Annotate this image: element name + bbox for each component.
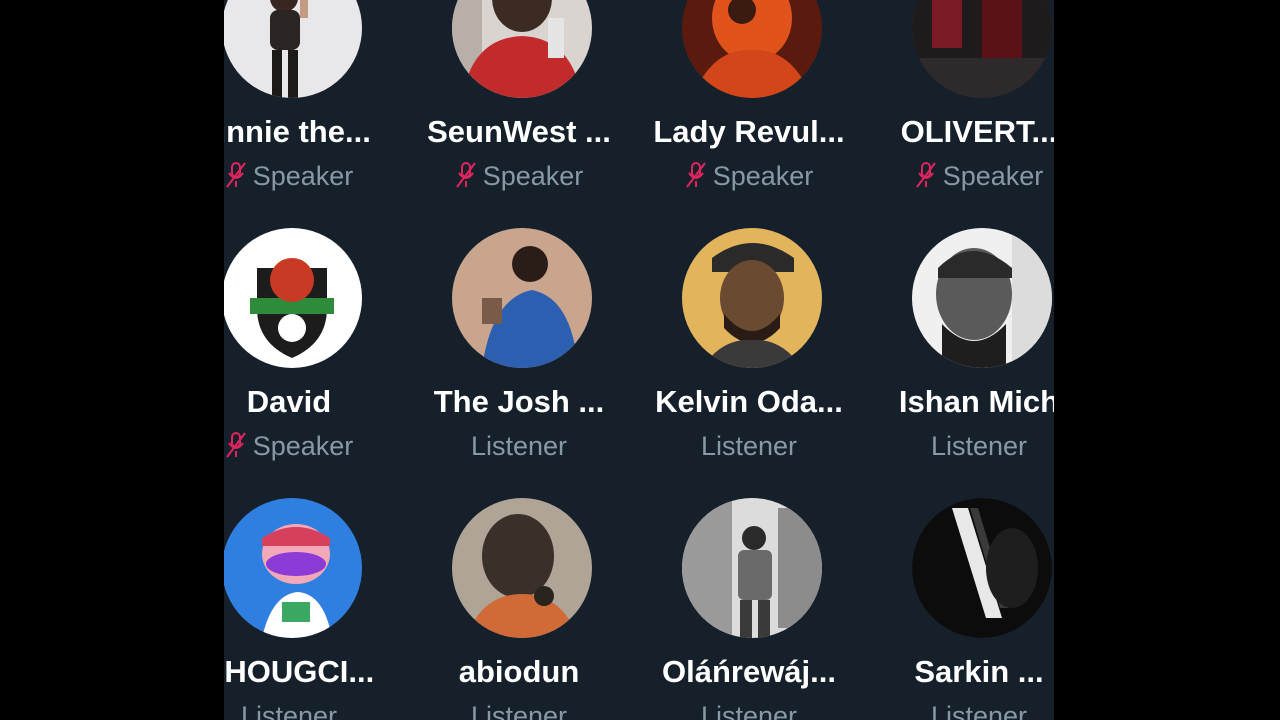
- participant-role: Speaker: [224, 431, 404, 462]
- dark-figure-photo-icon: [912, 498, 1052, 638]
- participant-role: Speaker: [864, 161, 1054, 192]
- man-blue-suit-photo-icon: [452, 228, 592, 368]
- avatar[interactable]: [912, 0, 1052, 98]
- participant-role: Speaker: [634, 161, 864, 192]
- participant-card[interactable]: PHOUGCI... Listener: [224, 498, 404, 720]
- participant-name: Kelvin Oda...: [655, 384, 843, 419]
- participant-card[interactable]: Lady Revul... Speaker: [634, 0, 864, 198]
- participant-name: The Josh ...: [433, 384, 605, 419]
- orange-portrait-photo-icon: [682, 0, 822, 98]
- role-label: Listener: [930, 701, 1028, 720]
- avatar[interactable]: [224, 228, 362, 368]
- role-label: Speaker: [712, 161, 814, 191]
- man-outdoor-photo-icon: [682, 498, 822, 638]
- cartoon-character-avatar-icon: [224, 498, 362, 638]
- avatar[interactable]: [452, 0, 592, 98]
- role-label: Speaker: [252, 161, 354, 191]
- grayscale-portrait-photo-icon: [912, 228, 1052, 368]
- participant-role: Listener: [634, 701, 864, 720]
- participant-role: Listener: [224, 701, 404, 720]
- participant-card[interactable]: unnie the... Speaker: [224, 0, 404, 198]
- participant-card[interactable]: David Speaker: [224, 228, 404, 468]
- role-label: Listener: [700, 701, 798, 720]
- blurred-selfie-photo-icon: [452, 498, 592, 638]
- participant-name: PHOUGCI...: [224, 654, 375, 689]
- participant-role: Listener: [864, 701, 1054, 720]
- avatar[interactable]: [224, 0, 362, 98]
- avatar[interactable]: [452, 498, 592, 638]
- role-label: Speaker: [252, 431, 354, 461]
- participant-name: David: [246, 384, 332, 419]
- avatar[interactable]: [912, 228, 1052, 368]
- avatar[interactable]: [682, 498, 822, 638]
- role-label: Speaker: [942, 161, 1044, 191]
- role-label: Listener: [240, 701, 338, 720]
- avatar[interactable]: [682, 0, 822, 98]
- role-label: Listener: [470, 431, 568, 461]
- avatar[interactable]: [912, 498, 1052, 638]
- muted-mic-icon: [685, 162, 706, 188]
- role-label: Speaker: [482, 161, 584, 191]
- participant-card[interactable]: The Josh ... Listener: [404, 228, 634, 468]
- muted-mic-icon: [915, 162, 936, 188]
- participant-card[interactable]: OLIVERT... Speaker: [864, 0, 1054, 198]
- participant-role: Listener: [404, 701, 634, 720]
- participant-name: Lady Revul...: [653, 114, 845, 149]
- participant-card[interactable]: abiodun Listener: [404, 498, 634, 720]
- participant-name: Oláńrewáj...: [661, 654, 836, 689]
- role-label: Listener: [470, 701, 568, 720]
- sports-crest-logo-icon: [224, 228, 362, 368]
- participant-role: Listener: [404, 431, 634, 462]
- participant-name: OLIVERT...: [900, 114, 1054, 149]
- participant-role: Speaker: [404, 161, 634, 192]
- woman-standing-photo-icon: [224, 0, 362, 98]
- participant-card[interactable]: Oláńrewáj... Listener: [634, 498, 864, 720]
- man-cap-beard-photo-icon: [682, 228, 822, 368]
- participant-name: Sarkin ...: [914, 654, 1044, 689]
- avatar[interactable]: [452, 228, 592, 368]
- participant-name: abiodun: [458, 654, 580, 689]
- role-label: Listener: [700, 431, 798, 461]
- avatar[interactable]: [682, 228, 822, 368]
- role-label: Listener: [930, 431, 1028, 461]
- participant-name: Ishan Mich: [898, 384, 1054, 419]
- avatar[interactable]: [224, 498, 362, 638]
- muted-mic-icon: [225, 162, 246, 188]
- participant-card[interactable]: Sarkin ... Listener: [864, 498, 1054, 720]
- participant-role: Listener: [864, 431, 1054, 462]
- dark-red-photo-icon: [912, 0, 1052, 98]
- participant-card[interactable]: Kelvin Oda... Listener: [634, 228, 864, 468]
- muted-mic-icon: [455, 162, 476, 188]
- participant-card[interactable]: SeunWest ... Speaker: [404, 0, 634, 198]
- spaces-room-view: unnie the... Speaker: [224, 0, 1054, 720]
- participant-card[interactable]: Ishan Mich Listener: [864, 228, 1054, 468]
- man-red-shirt-photo-icon: [452, 0, 592, 98]
- participant-name: SeunWest ...: [427, 114, 611, 149]
- muted-mic-icon: [225, 432, 246, 458]
- participant-role: Speaker: [224, 161, 404, 192]
- participant-role: Listener: [634, 431, 864, 462]
- participant-name: unnie the...: [224, 114, 371, 149]
